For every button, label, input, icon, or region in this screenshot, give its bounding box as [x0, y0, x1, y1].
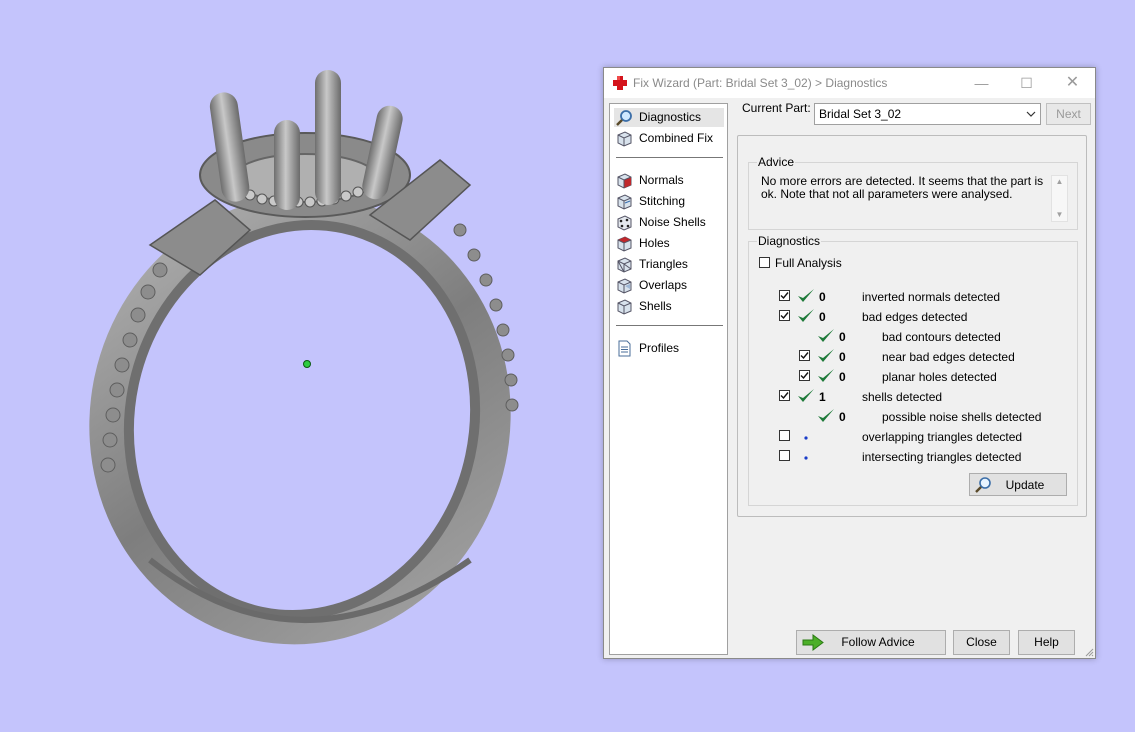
diagnostic-row: 0 planar holes detected [749, 366, 1077, 386]
checkmark-icon [797, 387, 815, 405]
diagnostic-row: 0 inverted normals detected [749, 286, 1077, 306]
not-analysed-dot-icon [797, 447, 815, 465]
noise-shells-icon [617, 215, 632, 231]
diagnostic-row: 0 possible noise shells detected [749, 406, 1077, 426]
minimize-button[interactable]: — [959, 68, 1004, 98]
3d-viewport[interactable] [0, 0, 600, 729]
nav-item-diagnostics[interactable]: Diagnostics [614, 108, 724, 127]
diagnostics-group: Diagnostics Full Analysis 0 inverted norm… [748, 234, 1078, 506]
nav-label: Profiles [639, 341, 680, 355]
advice-text: No more errors are detected. It seems th… [761, 174, 1044, 201]
checkmark-icon [817, 327, 835, 345]
checkmark-icon [817, 407, 835, 425]
diagnostic-row: 0 near bad edges detected [749, 346, 1077, 366]
diagnostic-label: possible noise shells detected [882, 410, 1042, 424]
diagnostic-checkbox[interactable] [779, 390, 790, 401]
scroll-down-icon[interactable]: ▼ [1052, 209, 1067, 221]
diagnostic-label: bad contours detected [882, 330, 1001, 344]
diagnostic-checkbox[interactable] [779, 290, 790, 301]
diagnostic-label: shells detected [862, 390, 943, 404]
overlaps-cube-icon [617, 278, 632, 294]
nav-divider [616, 325, 723, 326]
help-button[interactable]: Help [1018, 630, 1075, 655]
diagnostic-checkbox[interactable] [799, 370, 810, 381]
diagnostic-checkbox[interactable] [799, 350, 810, 361]
diagnostic-label: inverted normals detected [862, 290, 1001, 304]
diagnostic-count: 0 [839, 370, 846, 384]
nav-label: Shells [639, 299, 672, 313]
diagnostic-count: 0 [819, 290, 826, 304]
resize-grip-icon[interactable] [1084, 647, 1094, 657]
advice-group: Advice No more errors are detected. It s… [748, 155, 1078, 230]
diagnostics-title: Diagnostics [757, 234, 822, 248]
checkmark-icon [817, 367, 835, 385]
nav-label: Holes [639, 236, 670, 250]
normals-cube-icon [617, 173, 632, 189]
current-part-value: Bridal Set 3_02 [819, 107, 902, 121]
holes-cube-icon [617, 236, 632, 252]
checkmark-icon [797, 287, 815, 305]
advice-title: Advice [757, 155, 796, 169]
diagnostic-row: intersecting triangles detected [749, 446, 1077, 466]
diagnostic-label: intersecting triangles detected [862, 450, 1022, 464]
shells-cube-icon [617, 299, 632, 315]
diagnostic-label: bad edges detected [862, 310, 968, 324]
diagnostic-checkbox[interactable] [779, 310, 790, 321]
diagnostic-label: near bad edges detected [882, 350, 1015, 364]
next-button[interactable]: Next [1046, 103, 1091, 125]
full-analysis-label: Full Analysis [775, 256, 842, 270]
nav-divider [616, 157, 723, 158]
magnifier-icon [616, 110, 632, 126]
arrow-right-icon [802, 634, 824, 651]
advice-scrollbar[interactable]: ▲ ▼ [1051, 175, 1068, 222]
triangles-cube-icon [617, 257, 632, 273]
follow-advice-label: Follow Advice [841, 635, 915, 649]
nav-label: Combined Fix [639, 131, 714, 145]
nav-label: Overlaps [639, 278, 688, 292]
nav-label: Noise Shells [639, 215, 706, 229]
cube-icon [617, 131, 632, 147]
title-bar[interactable]: Fix Wizard (Part: Bridal Set 3_02) > Dia… [604, 68, 1095, 98]
full-analysis-checkbox[interactable] [759, 257, 770, 268]
diagnostic-count: 1 [819, 390, 826, 404]
diagnostic-label: overlapping triangles detected [862, 430, 1023, 444]
diagnostic-count: 0 [839, 350, 846, 364]
not-analysed-dot-icon [797, 427, 815, 445]
follow-advice-button[interactable]: Follow Advice [796, 630, 946, 655]
current-part-dropdown[interactable]: Bridal Set 3_02 [814, 103, 1041, 125]
close-button[interactable]: Close [953, 630, 1010, 655]
rotation-pivot-marker [303, 360, 311, 368]
diagnostic-label: planar holes detected [882, 370, 997, 384]
document-icon [618, 340, 631, 357]
update-label: Update [1005, 478, 1045, 492]
diagnostic-checkbox[interactable] [779, 430, 790, 441]
diagnostic-row: 1 shells detected [749, 386, 1077, 406]
diagnostic-row: 0 bad edges detected [749, 306, 1077, 326]
diagnostic-checkbox[interactable] [779, 450, 790, 461]
fix-wizard-dialog: Fix Wizard (Part: Bridal Set 3_02) > Dia… [603, 67, 1096, 659]
nav-label: Normals [639, 173, 684, 187]
diagnostics-panel: Advice No more errors are detected. It s… [737, 135, 1087, 517]
update-button[interactable]: Update [969, 473, 1067, 496]
nav-label: Stitching [639, 194, 686, 208]
nav-label: Triangles [639, 257, 688, 271]
diagnostic-count: 0 [819, 310, 826, 324]
diagnostic-row: 0 bad contours detected [749, 326, 1077, 346]
chevron-down-icon [1026, 111, 1036, 117]
checkmark-icon [797, 307, 815, 325]
maximize-button[interactable]: ☐ [1004, 68, 1049, 98]
diagnostic-count: 0 [839, 330, 846, 344]
ring-model [89, 70, 519, 645]
scroll-up-icon[interactable]: ▲ [1052, 176, 1067, 188]
window-title: Fix Wizard (Part: Bridal Set 3_02) > Dia… [633, 76, 888, 90]
diagnostic-count: 0 [839, 410, 846, 424]
close-window-button[interactable]: ✕ [1050, 68, 1095, 98]
current-part-label: Current Part: [742, 101, 811, 115]
fix-wizard-nav: Diagnostics Combined Fix Normals Stitchi… [609, 103, 728, 655]
nav-label: Diagnostics [639, 110, 702, 124]
fix-wizard-cross-icon [613, 76, 627, 90]
stitching-cube-icon [617, 194, 632, 210]
checkmark-icon [817, 347, 835, 365]
diagnostic-row: overlapping triangles detected [749, 426, 1077, 446]
